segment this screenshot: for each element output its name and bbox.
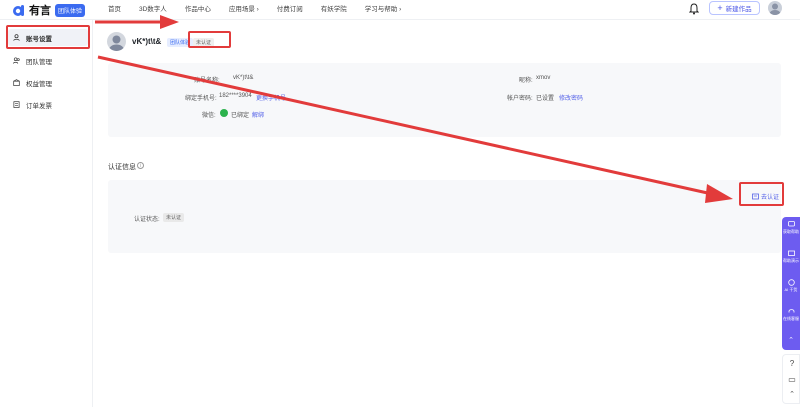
nav-home[interactable]: 首页 — [108, 3, 121, 13]
sidebar-item-label: 权益管理 — [26, 80, 52, 88]
bell-icon[interactable] — [689, 3, 699, 15]
top-bar: 有言 团队体验 首页 3D数字人 作品中心 应用场景 › 付费订阅 有妖学院 学… — [0, 0, 800, 20]
profile-avatar[interactable] — [107, 32, 126, 51]
float-item-label: 在线客服 — [783, 316, 799, 321]
nav-3d-avatar[interactable]: 3D数字人 — [139, 3, 167, 13]
float-item-service[interactable]: 在线客服 — [782, 308, 800, 321]
wechat-icon — [220, 109, 228, 117]
verification-card — [108, 180, 781, 253]
float-help-panel: 获取帮助 帮助演示 AI 干货 在线客服 ⌃ — [782, 217, 800, 350]
change-password-link[interactable]: 修改密码 — [559, 93, 583, 102]
account-name-label: 账号名称: — [194, 78, 220, 84]
message-icon[interactable]: ▭ — [783, 376, 800, 384]
profile-name: vK*)t\t& — [132, 37, 162, 46]
annotation-box-go-verify — [739, 182, 784, 206]
verification-title: 认证信息 — [108, 164, 136, 171]
sidebar-item-orders[interactable]: 订单发票 — [8, 96, 88, 113]
team-icon — [13, 57, 20, 64]
sidebar-item-benefits[interactable]: 权益管理 — [8, 74, 88, 91]
logo[interactable]: 有言 团队体验 — [12, 2, 86, 18]
new-work-label: 新建作品 — [725, 6, 752, 13]
sidebar-item-team[interactable]: 团队管理 — [8, 52, 88, 69]
logo-text: 有言 — [29, 5, 51, 17]
avatar-icon — [109, 35, 124, 51]
nav-help[interactable]: 学习与帮助 › — [365, 3, 401, 13]
team-badge: 团队体验 — [55, 3, 86, 17]
avatar-icon — [769, 3, 781, 15]
collapse-up-icon[interactable]: ⌃ — [782, 337, 800, 344]
ai-icon — [787, 279, 795, 286]
annotation-box-unverified — [188, 31, 231, 48]
password-label: 帐户密码: — [507, 96, 533, 102]
wechat-value: 已绑定 — [231, 113, 250, 119]
sidebar-item-label: 团队管理 — [26, 58, 52, 66]
plus-icon: + — [717, 3, 723, 13]
annotation-box-sidebar — [6, 25, 90, 49]
nav-scenarios[interactable]: 应用场景 › — [229, 3, 259, 13]
wechat-label: 微信: — [202, 113, 216, 119]
benefit-icon — [13, 79, 20, 86]
float-item-label: 获取帮助 — [783, 229, 799, 234]
nav-works[interactable]: 作品中心 — [185, 3, 211, 13]
nav-academy[interactable]: 有妖学院 — [321, 3, 347, 13]
sidebar-item-label: 订单发票 — [26, 102, 52, 110]
unbind-wechat-link[interactable]: 解绑 — [252, 110, 264, 119]
nav-subscription[interactable]: 付费订阅 — [277, 3, 303, 13]
account-name-value: vK*)t\t& — [233, 75, 254, 81]
float-tools-panel: ? ▭ ⌃ — [782, 354, 800, 404]
float-item-label: AI 干货 — [784, 287, 798, 292]
new-work-button[interactable]: + 新建作品 — [709, 1, 760, 15]
float-item-help[interactable]: 获取帮助 — [782, 221, 800, 234]
phone-label: 绑定手机号: — [185, 96, 217, 102]
user-avatar[interactable] — [768, 1, 782, 15]
change-phone-link[interactable]: 更换手机号 — [256, 93, 286, 102]
headset-icon — [788, 309, 794, 313]
main-nav: 首页 3D数字人 作品中心 应用场景 › 付费订阅 有妖学院 学习与帮助 › — [108, 3, 419, 13]
logo-icon — [13, 5, 24, 16]
nickname-label: 昵称: — [519, 78, 533, 84]
phone-value: 182****3904 — [219, 93, 252, 99]
nickname-value: xmov — [536, 75, 551, 81]
order-icon — [13, 101, 20, 108]
verify-status-label: 认证状态: — [134, 217, 160, 223]
verify-status-value: 未认证 — [163, 213, 185, 222]
info-icon[interactable]: i — [137, 162, 144, 169]
scroll-top-icon[interactable]: ⌃ — [783, 391, 800, 398]
help-chat-icon — [787, 221, 795, 227]
password-value: 已设置 — [536, 96, 555, 102]
float-item-demo[interactable]: 帮助演示 — [782, 250, 800, 263]
float-item-ai[interactable]: AI 干货 — [782, 279, 800, 292]
question-icon[interactable]: ? — [783, 360, 800, 368]
float-item-label: 帮助演示 — [783, 258, 799, 263]
demo-icon — [787, 250, 795, 256]
